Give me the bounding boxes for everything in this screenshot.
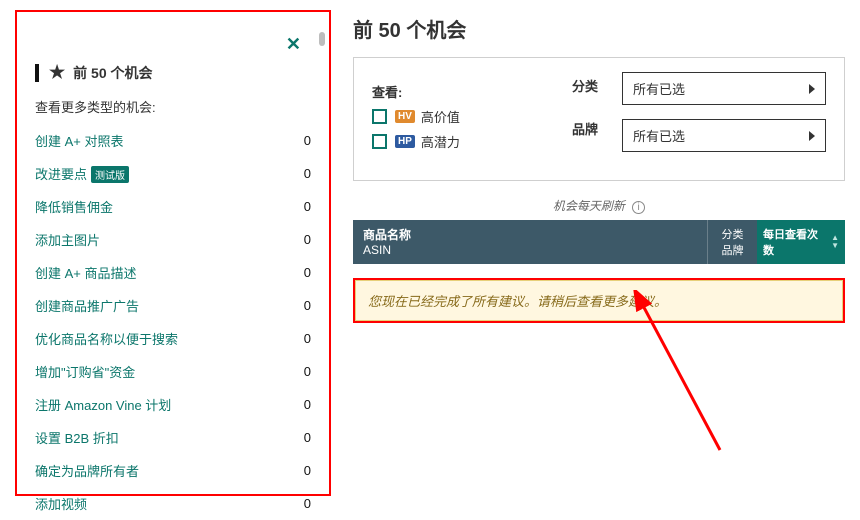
list-item: 添加主图片 0 — [35, 223, 311, 256]
opportunity-link[interactable]: 创建商品推广广告 — [35, 299, 139, 314]
list-item: 优化商品名称以便于搜索 0 — [35, 322, 311, 355]
page-title: 前 50 个机会 — [353, 10, 845, 57]
close-icon[interactable]: ✕ — [286, 34, 301, 54]
left-heading-label: 前 50 个机会 — [73, 63, 152, 83]
list-item: 创建 A+ 对照表 0 — [35, 124, 311, 157]
opportunity-link[interactable]: 创建 A+ 对照表 — [35, 134, 124, 149]
opportunity-count: 0 — [304, 496, 311, 511]
checkbox-hv[interactable]: HV 高价值 — [372, 107, 572, 126]
opportunity-count: 0 — [304, 133, 311, 148]
badge: 测试版 — [91, 166, 129, 183]
look-label: 查看: — [372, 82, 572, 101]
list-item: 添加视频 0 — [35, 487, 311, 520]
opportunity-count: 0 — [304, 463, 311, 478]
list-item: 创建 A+ 商品描述 0 — [35, 256, 311, 289]
opportunity-link[interactable]: 添加主图片 — [35, 233, 100, 248]
completion-message: 您现在已经完成了所有建议。请稍后查看更多建议。 — [355, 280, 843, 321]
opportunity-link[interactable]: 增加"订购省"资金 — [35, 365, 135, 380]
completion-message-box: 您现在已经完成了所有建议。请稍后查看更多建议。 — [353, 278, 845, 323]
filter-box: 查看: HV 高价值 HP 高潜力 分类 品牌 — [353, 57, 845, 181]
checkbox-icon — [372, 134, 387, 149]
table-header: 商品名称 ASIN 分类 品牌 每日查看次数 ▲▼ — [353, 220, 845, 264]
opportunity-link[interactable]: 创建 A+ 商品描述 — [35, 266, 137, 281]
list-item: 降低销售佣金 0 — [35, 190, 311, 223]
hp-label: 高潜力 — [421, 132, 460, 151]
filter-cat-label: 分类 — [572, 76, 622, 95]
opportunity-link[interactable]: 注册 Amazon Vine 计划 — [35, 398, 171, 413]
category-select[interactable]: 所有已选 — [622, 72, 826, 105]
chevron-right-icon — [809, 131, 815, 141]
hp-tag: HP — [395, 135, 415, 148]
refresh-note: 机会每天刷新 i — [353, 181, 845, 220]
brand-select[interactable]: 所有已选 — [622, 119, 826, 152]
hv-label: 高价值 — [421, 107, 460, 126]
opportunity-count: 0 — [304, 331, 311, 346]
opportunity-link[interactable]: 降低销售佣金 — [35, 200, 113, 215]
list-item: 注册 Amazon Vine 计划 0 — [35, 388, 311, 421]
brand-select-value: 所有已选 — [633, 126, 685, 145]
opportunity-count: 0 — [304, 397, 311, 412]
hv-tag: HV — [395, 110, 415, 123]
category-select-value: 所有已选 — [633, 79, 685, 98]
refresh-note-label: 机会每天刷新 — [553, 199, 625, 213]
info-icon[interactable]: i — [632, 201, 645, 214]
checkbox-hp[interactable]: HP 高潜力 — [372, 132, 572, 151]
opportunity-count: 0 — [304, 298, 311, 313]
opportunity-count: 0 — [304, 364, 311, 379]
filter-brand-label: 品牌 — [572, 119, 622, 138]
opportunity-count: 0 — [304, 430, 311, 445]
scroll-indicator — [319, 32, 325, 46]
col-product-name: 商品名称 — [363, 226, 697, 243]
col-product-asin: ASIN — [363, 243, 697, 257]
opportunity-link[interactable]: 设置 B2B 折扣 — [35, 431, 119, 446]
opportunity-count: 0 — [304, 166, 311, 181]
opportunity-link[interactable]: 改进要点 — [35, 167, 87, 182]
opportunity-link[interactable]: 优化商品名称以便于搜索 — [35, 332, 178, 347]
list-item: 确定为品牌所有者 0 — [35, 454, 311, 487]
list-item: 设置 B2B 折扣 0 — [35, 421, 311, 454]
list-item: 改进要点测试版 0 — [35, 157, 311, 190]
sort-arrows-icon: ▲▼ — [831, 234, 839, 250]
col-sort-label: 每日查看次数 — [763, 226, 827, 258]
left-heading: ★ 前 50 个机会 — [35, 62, 311, 83]
col-cat: 分类 — [714, 226, 751, 242]
checkbox-icon — [372, 109, 387, 124]
star-icon: ★ — [49, 62, 65, 83]
heading-bar — [35, 64, 39, 82]
list-item: 增加"订购省"资金 0 — [35, 355, 311, 388]
opportunity-count: 0 — [304, 199, 311, 214]
chevron-right-icon — [809, 84, 815, 94]
col-brand: 品牌 — [714, 242, 751, 258]
left-subheading: 查看更多类型的机会: — [35, 97, 311, 116]
opportunity-link[interactable]: 确定为品牌所有者 — [35, 464, 139, 479]
col-sort-views[interactable]: 每日查看次数 ▲▼ — [757, 220, 845, 264]
list-item: 创建商品推广广告 0 — [35, 289, 311, 322]
opportunity-link[interactable]: 添加视频 — [35, 497, 87, 512]
opportunity-count: 0 — [304, 265, 311, 280]
opportunity-count: 0 — [304, 232, 311, 247]
